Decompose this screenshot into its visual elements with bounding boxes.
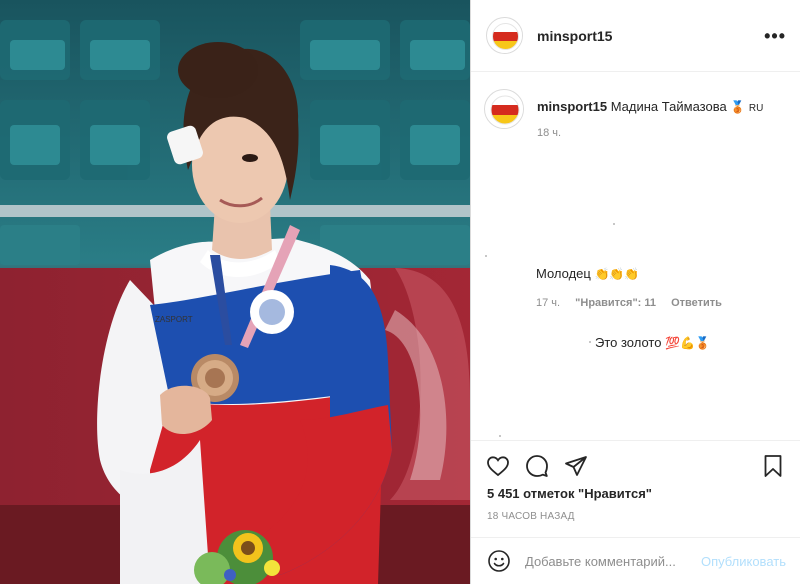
likes-count[interactable]: 5 451 отметок "Нравится" xyxy=(487,486,652,501)
comment-item: Это золото 💯💪🥉 xyxy=(595,335,710,350)
caption-username[interactable]: minsport15 xyxy=(537,99,607,114)
caption-text: Мадина Таймазова xyxy=(610,99,727,114)
post-side-panel: minsport15 ••• minsport15 Мадина Таймазо… xyxy=(470,0,800,584)
post-time[interactable]: 18 ЧАСОВ НАЗАД xyxy=(487,511,575,522)
caption-avatar[interactable] xyxy=(484,89,524,129)
divider-dot xyxy=(499,435,501,437)
reply-button[interactable]: Ответить xyxy=(671,297,722,309)
clap-emoji: 👏👏👏 xyxy=(594,267,640,281)
svg-text:ZASPORT: ZASPORT xyxy=(155,315,193,324)
divider-dot xyxy=(589,341,591,343)
avatar[interactable] xyxy=(486,17,523,54)
ossetia-flag-icon xyxy=(486,91,523,128)
heart-icon[interactable] xyxy=(485,453,511,479)
divider-dot xyxy=(485,255,487,257)
divider xyxy=(471,440,800,441)
divider-dot xyxy=(613,223,615,225)
post-photo[interactable]: ZASPORT xyxy=(0,0,470,584)
comments-list[interactable]: minsport15 Мадина Таймазова 🥉 RU 18 ч. М… xyxy=(471,73,800,453)
add-comment-bar: Добавьте комментарий... Опубликовать xyxy=(471,537,800,584)
comment-icon[interactable] xyxy=(524,453,550,479)
share-icon[interactable] xyxy=(563,453,589,479)
comment-text: Молодец xyxy=(536,266,591,281)
publish-button[interactable]: Опубликовать xyxy=(701,554,786,569)
caption: minsport15 Мадина Таймазова 🥉 RU 18 ч. xyxy=(471,73,800,139)
comment-input[interactable]: Добавьте комментарий... xyxy=(525,554,676,569)
athlete-photo: ZASPORT xyxy=(0,0,470,584)
comment-likes[interactable]: "Нравится": 11 xyxy=(575,297,656,309)
comment-time[interactable]: 17 ч. xyxy=(536,297,560,309)
more-options-icon[interactable]: ••• xyxy=(764,27,786,45)
caption-suffix: RU xyxy=(748,103,764,114)
post-author-username[interactable]: minsport15 xyxy=(537,28,612,44)
emoji-icon[interactable] xyxy=(487,549,511,573)
comment-item: Молодец 👏👏👏 xyxy=(536,266,639,281)
caption-time[interactable]: 18 ч. xyxy=(537,127,763,139)
comment-meta: 17 ч. "Нравится": 11 Ответить xyxy=(536,297,734,309)
action-bar xyxy=(485,452,786,480)
ossetia-flag-icon xyxy=(488,19,522,53)
bronze-medal-emoji: 🥉 xyxy=(730,100,746,114)
post-header: minsport15 ••• xyxy=(471,0,800,72)
bookmark-icon[interactable] xyxy=(760,453,786,479)
hundred-muscle-medal-emoji: 💯💪🥉 xyxy=(665,336,710,350)
comment-text: Это золото xyxy=(595,335,662,350)
